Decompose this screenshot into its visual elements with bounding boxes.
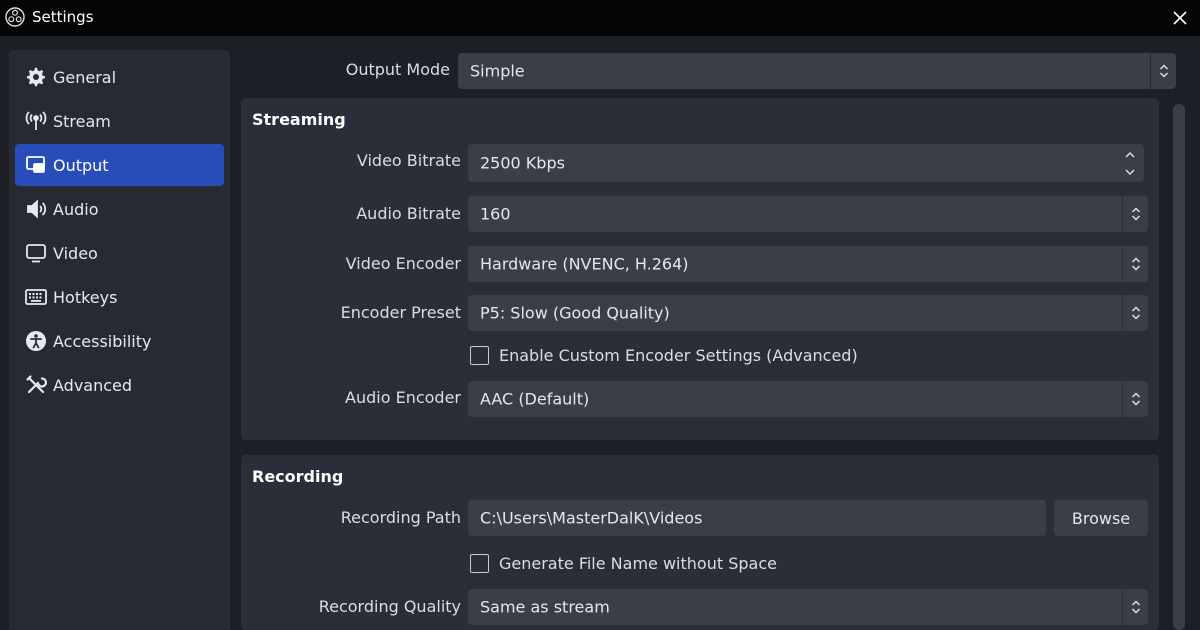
video-encoder-label: Video Encoder [345,254,461,273]
encoder-preset-value: P5: Slow (Good Quality) [480,303,670,323]
streaming-group: Streaming Video Bitrate 2500 Kbps Audio … [241,98,1159,440]
antenna-icon [25,110,47,132]
sidebar-item-stream[interactable]: Stream [15,100,224,142]
recording-quality-select[interactable]: Same as stream [468,589,1148,625]
gear-icon [25,66,47,88]
chevron-updown-icon [1150,53,1176,89]
sidebar-item-video[interactable]: Video [15,232,224,274]
chevron-updown-icon [1122,381,1148,417]
sidebar-item-output[interactable]: Output [15,144,224,186]
chevron-updown-icon [1122,196,1148,232]
sidebar-item-label: Video [53,243,98,263]
monitor-icon [25,242,47,264]
sidebar-item-label: Output [53,155,109,175]
recording-title: Recording [252,467,344,486]
audio-encoder-value: AAC (Default) [480,389,590,409]
sidebar-item-hotkeys[interactable]: Hotkeys [15,276,224,318]
sidebar-item-label: General [53,67,117,87]
checkbox-box[interactable] [470,554,489,573]
audio-bitrate-value: 160 [480,204,511,224]
audio-bitrate-select[interactable]: 160 [468,196,1148,232]
output-icon [25,154,47,176]
recording-path-input[interactable]: C:\Users\MasterDalK\Videos [468,500,1046,536]
video-bitrate-value: 2500 Kbps [480,153,565,173]
close-icon[interactable] [1168,6,1192,30]
sidebar-item-general[interactable]: General [15,56,224,98]
recording-path-value: C:\Users\MasterDalK\Videos [480,508,703,528]
custom-encoder-settings-label: Enable Custom Encoder Settings (Advanced… [499,346,858,365]
sidebar-item-label: Stream [53,111,111,131]
chevron-updown-icon [1122,295,1148,331]
sidebar-item-label: Hotkeys [53,287,118,307]
sidebar-item-accessibility[interactable]: Accessibility [15,320,224,362]
sidebar-item-audio[interactable]: Audio [15,188,224,230]
video-encoder-value: Hardware (NVENC, H.264) [480,254,689,274]
title-bar: Settings [0,0,1200,36]
audio-encoder-select[interactable]: AAC (Default) [468,381,1148,417]
encoder-preset-select[interactable]: P5: Slow (Good Quality) [468,295,1148,331]
spin-arrows-icon[interactable] [1118,146,1142,180]
chevron-updown-icon [1122,589,1148,625]
obs-logo-icon [5,7,25,27]
recording-quality-value: Same as stream [480,597,610,617]
custom-encoder-settings-checkbox[interactable]: Enable Custom Encoder Settings (Advanced… [470,346,858,365]
output-mode-value: Simple [470,61,525,81]
output-mode-select[interactable]: Simple [458,53,1176,89]
no-space-filename-checkbox[interactable]: Generate File Name without Space [470,554,777,573]
no-space-filename-label: Generate File Name without Space [499,554,777,573]
output-mode-label: Output Mode [345,60,450,79]
audio-bitrate-label: Audio Bitrate [356,204,461,223]
video-encoder-select[interactable]: Hardware (NVENC, H.264) [468,246,1148,282]
settings-sidebar: General Stream Output Audio Video Hotkey… [9,50,230,630]
recording-group: Recording Recording Path C:\Users\Master… [241,455,1159,630]
streaming-title: Streaming [252,110,346,129]
accessibility-icon [25,330,47,352]
sidebar-item-label: Advanced [53,375,133,395]
video-bitrate-label: Video Bitrate [356,151,461,170]
sidebar-item-label: Audio [53,199,99,219]
recording-path-label: Recording Path [340,508,461,527]
tools-icon [25,374,47,396]
recording-quality-label: Recording Quality [318,597,461,616]
encoder-preset-label: Encoder Preset [340,303,461,322]
sidebar-item-advanced[interactable]: Advanced [15,364,224,406]
scrollbar-thumb[interactable] [1173,104,1185,630]
video-bitrate-spinbox[interactable]: 2500 Kbps [468,144,1144,182]
sidebar-item-label: Accessibility [53,331,152,351]
keyboard-icon [25,286,47,308]
audio-encoder-label: Audio Encoder [345,388,461,407]
browse-button[interactable]: Browse [1054,500,1148,536]
speaker-icon [25,198,47,220]
checkbox-box[interactable] [470,346,489,365]
chevron-updown-icon [1122,246,1148,282]
window-title: Settings [32,8,94,26]
